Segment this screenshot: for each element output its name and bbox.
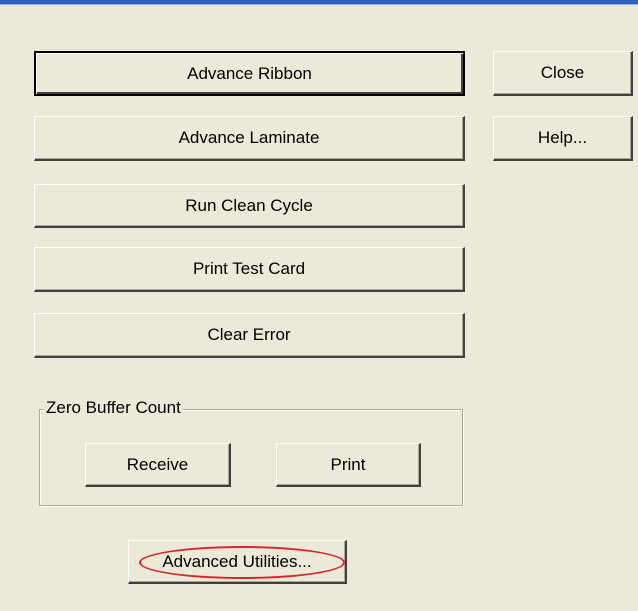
advance-ribbon-button[interactable]: Advance Ribbon [34,51,465,96]
close-button[interactable]: Close [493,51,633,96]
print-test-card-button[interactable]: Print Test Card [34,247,465,292]
zero-receive-button[interactable]: Receive [85,443,231,487]
title-bar-divider [0,4,638,5]
run-clean-cycle-button[interactable]: Run Clean Cycle [34,184,465,228]
clear-error-button[interactable]: Clear Error [34,313,465,358]
help-button[interactable]: Help... [493,116,633,161]
advance-laminate-button[interactable]: Advance Laminate [34,116,465,161]
zero-print-button[interactable]: Print [276,443,421,487]
advanced-utilities-button[interactable]: Advanced Utilities... [128,540,347,584]
zero-buffer-count-legend: Zero Buffer Count [44,398,183,418]
